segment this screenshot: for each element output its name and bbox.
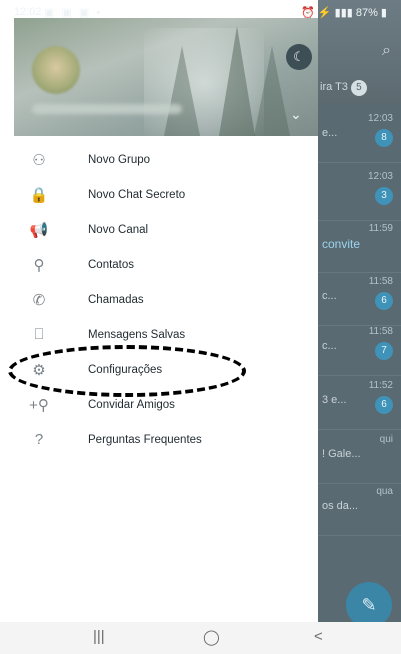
chat-time: 11:59 [368, 223, 393, 234]
menu-item-label: Chamadas [88, 293, 144, 306]
chat-row[interactable]: 11:58 c... 7 [318, 318, 401, 376]
chat-time: 11:58 [368, 276, 393, 287]
chat-row[interactable]: 12:03 e... 8 [318, 105, 401, 163]
menu-item-novo-chat-secreto[interactable]: 🔒 Novo Chat Secreto [0, 177, 318, 212]
unread-badge: 8 [375, 129, 393, 147]
chat-snippet: c... [322, 340, 337, 352]
chat-snippet: 3 e... [322, 394, 347, 406]
chat-time: qua [376, 486, 393, 497]
folder-tab-label: ira T3 [320, 81, 348, 93]
home-button[interactable]: ◯ [203, 628, 220, 646]
night-mode-button[interactable]: ☾ [286, 44, 312, 70]
chat-time: 11:52 [368, 380, 393, 391]
menu-item-novo-grupo[interactable]: ⚇ Novo Grupo [0, 142, 318, 177]
person-icon: ⚲ [33, 256, 45, 274]
megaphone-icon: 📢 [29, 221, 49, 239]
tree-shape [219, 26, 255, 136]
chat-snippet: ! Gale... [322, 448, 361, 460]
add-person-icon: +⚲ [29, 396, 49, 414]
status-right-indicators: ⏰ ⚡ ▮▮▮ 87% ▮ [301, 7, 387, 19]
chat-time: 12:03 [367, 113, 393, 124]
folder-tab[interactable]: ira T3 5 [320, 80, 367, 96]
navigation-drawer: ☾ ⌄ ⚇ Novo Grupo 🔒 Novo Chat Secreto 📢 N… [0, 0, 318, 622]
bookmark-icon: ⎕ [34, 326, 44, 343]
menu-item-chamadas[interactable]: ✆ Chamadas [0, 282, 318, 317]
menu-item-label: Mensagens Salvas [88, 328, 186, 341]
menu-item-label: Novo Canal [88, 223, 149, 236]
chat-time: 12:03 [367, 171, 393, 182]
menu-item-label: Convidar Amigos [88, 398, 175, 411]
unread-badge: 6 [375, 292, 393, 310]
notification-icons: ▣ ▣ ▣ • [44, 7, 103, 19]
unread-badge: 7 [375, 342, 393, 360]
phone-icon: ✆ [32, 291, 46, 309]
tree-shape [164, 46, 200, 136]
chat-row[interactable]: qua os da... [318, 478, 401, 536]
chat-snippet: c... [322, 290, 337, 302]
chat-time: 11:58 [368, 326, 393, 337]
chat-snippet-link: convite [322, 237, 361, 251]
unread-badge: 3 [375, 187, 393, 205]
folder-tab-count: 5 [350, 80, 367, 96]
chat-time: qui [379, 434, 393, 445]
drawer-menu: ⚇ Novo Grupo 🔒 Novo Chat Secreto 📢 Novo … [0, 142, 318, 457]
menu-item-label: Perguntas Frequentes [88, 433, 202, 446]
avatar[interactable] [32, 46, 80, 94]
chat-row[interactable]: 11:59 convite [318, 215, 401, 273]
menu-item-contatos[interactable]: ⚲ Contatos [0, 247, 318, 282]
system-nav-bar: ||| ◯ < [0, 622, 401, 654]
moon-icon: ☾ [293, 49, 305, 64]
status-bar: 12:02 ▣ ▣ ▣ • ⏰ ⚡ ▮▮▮ 87% ▮ [0, 0, 401, 24]
lock-icon: 🔒 [29, 186, 49, 204]
menu-item-label: Novo Grupo [88, 153, 151, 166]
chat-row[interactable]: qui ! Gale... [318, 426, 401, 484]
chat-row[interactable]: 11:52 3 e... 6 [318, 372, 401, 430]
menu-item-label: Contatos [88, 258, 135, 271]
tree-shape [254, 46, 290, 136]
chevron-down-icon: ⌄ [290, 106, 302, 122]
chat-row[interactable]: 12:03 3 [318, 163, 401, 221]
unread-badge: 6 [375, 396, 393, 414]
search-icon[interactable]: ⌕ [382, 42, 391, 60]
menu-item-perguntas-frequentes[interactable]: ? Perguntas Frequentes [0, 422, 318, 457]
pencil-icon: ✎ [361, 595, 377, 615]
highlight-ellipse [8, 345, 246, 397]
menu-item-novo-canal[interactable]: 📢 Novo Canal [0, 212, 318, 247]
account-name-blurred [32, 104, 182, 114]
recent-apps-button[interactable]: ||| [93, 628, 105, 645]
group-icon: ⚇ [32, 151, 46, 169]
chat-snippet: e... [322, 127, 338, 139]
accounts-toggle-button[interactable]: ⌄ [290, 106, 302, 123]
chat-snippet: os da... [322, 500, 359, 512]
menu-item-label: Novo Chat Secreto [88, 188, 186, 201]
status-time: 12:02 [14, 6, 42, 18]
compose-button[interactable]: ✎ [346, 582, 392, 622]
help-icon: ? [34, 431, 44, 448]
back-button[interactable]: < [314, 628, 323, 645]
drawer-header: ☾ ⌄ [14, 18, 318, 136]
